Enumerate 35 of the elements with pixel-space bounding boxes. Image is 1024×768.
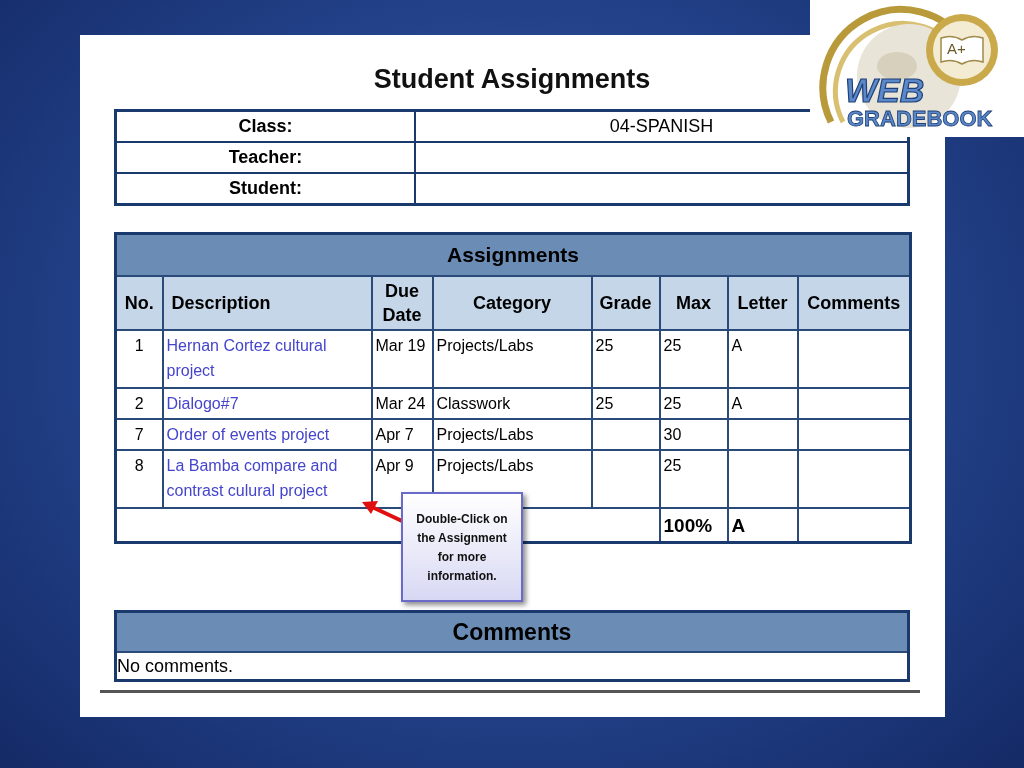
- column-header: Letter: [727, 276, 798, 330]
- table-caption: Comments: [115, 611, 909, 652]
- table-cell: Apr 7: [371, 419, 433, 450]
- table-cell: A: [727, 330, 798, 388]
- logo-grade-label: A+: [947, 39, 966, 57]
- table-cell: 25: [659, 330, 728, 388]
- table-cell: 25: [591, 330, 660, 388]
- table-cell: Projects/Labs: [432, 419, 592, 450]
- table-cell: Classwork: [432, 388, 592, 419]
- table-cell: 7: [115, 419, 163, 450]
- column-header: Due Date: [371, 276, 433, 330]
- info-label: Class:: [115, 110, 415, 142]
- table-cell: 1: [115, 330, 163, 388]
- column-header: Category: [432, 276, 592, 330]
- table-cell: 8: [115, 450, 163, 508]
- comment-text: No comments.: [115, 652, 909, 681]
- table-cell: A: [727, 388, 798, 419]
- table-cell: Projects/Labs: [432, 330, 592, 388]
- table-cell: 2: [115, 388, 163, 419]
- column-header: Description: [162, 276, 372, 330]
- info-label: Teacher:: [115, 142, 415, 173]
- column-header: Max: [659, 276, 728, 330]
- table-cell: 25: [659, 388, 728, 419]
- pointer-arrow: [360, 499, 404, 525]
- table-cell: 25: [591, 388, 660, 419]
- table-cell: Mar 19: [371, 330, 433, 388]
- page-title: Student Assignments: [373, 63, 651, 96]
- column-header: Grade: [591, 276, 660, 330]
- column-header: No.: [115, 276, 163, 330]
- table-cell: Mar 24: [371, 388, 433, 419]
- table-cell: 30: [659, 419, 728, 450]
- callout-note: Double-Click on the Assignment for more information.: [401, 492, 523, 602]
- table-caption: Assignments: [115, 233, 911, 276]
- table-cell: 25: [659, 450, 728, 508]
- column-header: Comments: [797, 276, 911, 330]
